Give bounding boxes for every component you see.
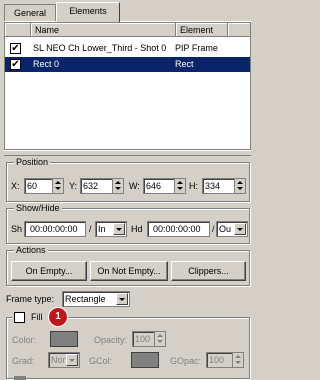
hide-separator: / (212, 224, 215, 234)
w-input[interactable]: 646 (143, 178, 186, 194)
item-element: PIP Frame (175, 43, 218, 53)
y-input[interactable]: 632 (80, 178, 124, 194)
annotation-badge: 1 (48, 307, 68, 327)
next-group-edge (14, 376, 26, 380)
hide-mode-select[interactable]: Ou (216, 221, 248, 237)
column-header-checkbox[interactable] (5, 23, 31, 37)
w-spin-button[interactable] (174, 179, 185, 193)
show-time-input[interactable]: 00:00:00:00 (24, 221, 86, 237)
w-label: W: (129, 181, 140, 191)
on-not-empty-button[interactable]: On Not Empty... (90, 261, 168, 281)
item-element: Rect (175, 59, 194, 69)
on-empty-button[interactable]: On Empty... (11, 261, 87, 281)
fill-checkbox[interactable] (14, 312, 25, 323)
show-mode-dropdown-arrow[interactable] (113, 223, 125, 235)
column-header-name[interactable]: Name (31, 23, 176, 37)
grad-label: Grad: (12, 356, 35, 366)
color-swatch (50, 331, 78, 347)
color-label: Color: (12, 335, 37, 345)
list-item[interactable]: ✔ Rect 0 Rect (5, 57, 250, 72)
x-label: X: (11, 181, 20, 191)
frame-type-dropdown-arrow[interactable] (116, 293, 128, 305)
tab-elements[interactable]: Elements (56, 2, 120, 22)
show-separator: / (89, 224, 92, 234)
column-header-element[interactable]: Element (176, 23, 228, 37)
grad-dropdown-arrow (66, 354, 78, 366)
gopac-label: GOpac: (170, 356, 202, 366)
y-label: Y: (69, 181, 78, 191)
clippers-button[interactable]: Clippers... (171, 261, 246, 281)
showhide-group-title: Show/Hide (14, 203, 62, 213)
h-input[interactable]: 334 (202, 178, 246, 194)
gcol-label: GCol: (89, 356, 113, 366)
elements-list[interactable]: Name Element ✔ SL NEO Ch Lower_Third - S… (4, 22, 251, 150)
opacity-spin-button (154, 332, 165, 346)
hide-label: Hd (131, 224, 143, 234)
visible-checkbox[interactable]: ✔ (10, 43, 21, 54)
x-input[interactable]: 60 (24, 178, 64, 194)
hide-mode-dropdown-arrow[interactable] (234, 223, 246, 235)
item-name: SL NEO Ch Lower_Third - Shot 0 (33, 43, 167, 53)
x-spin-button[interactable] (52, 179, 63, 193)
h-label: H: (189, 181, 198, 191)
opacity-input: 100 (132, 331, 166, 347)
position-group-title: Position (14, 157, 51, 167)
frame-type-select[interactable]: Rectangle (62, 291, 130, 307)
show-label: Sh (11, 224, 23, 234)
opacity-label: Opacity: (94, 335, 128, 345)
gopac-input: 100 (206, 352, 244, 368)
item-name: Rect 0 (33, 59, 60, 69)
frame-type-label: Frame type: (6, 294, 55, 304)
y-spin-button[interactable] (112, 179, 123, 193)
splitter[interactable] (4, 150, 251, 156)
fill-group (6, 317, 250, 379)
hide-time-input[interactable]: 00:00:00:00 (147, 221, 210, 237)
tab-general[interactable]: General (4, 4, 56, 21)
actions-group-title: Actions (14, 245, 48, 255)
gcol-swatch (131, 352, 159, 368)
fill-label: Fill (31, 312, 43, 322)
column-header-filler (228, 23, 250, 37)
gopac-spin-button (232, 353, 243, 367)
visible-checkbox[interactable]: ✔ (10, 59, 21, 70)
h-spin-button[interactable] (234, 179, 245, 193)
show-mode-select[interactable]: In (95, 221, 127, 237)
list-item[interactable]: ✔ SL NEO Ch Lower_Third - Shot 0 PIP Fra… (5, 41, 250, 56)
grad-select: Non (48, 352, 80, 368)
